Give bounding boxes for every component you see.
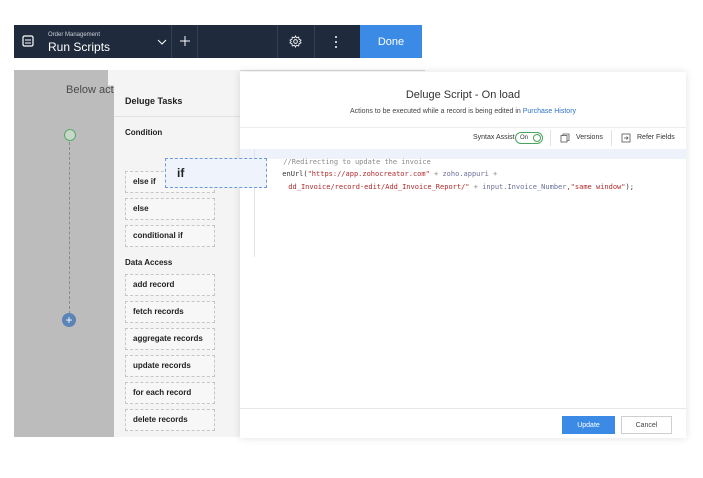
flow-start-node[interactable]	[64, 129, 76, 141]
task-conditional-if[interactable]: conditional if	[125, 225, 215, 247]
workflow-canvas: Below act +	[14, 70, 116, 437]
section-label-condition: Condition	[125, 128, 163, 137]
cancel-button[interactable]: Cancel	[621, 416, 672, 434]
editor-toolbar: Syntax Assist On Versions Refer Fields	[240, 127, 686, 149]
update-button[interactable]: Update	[562, 416, 615, 434]
gear-icon[interactable]	[289, 35, 302, 48]
form-link[interactable]: Purchase History	[523, 108, 576, 115]
flow-connector	[69, 142, 70, 314]
task-else[interactable]: else	[125, 198, 215, 220]
editor-title: Deluge Script - On load	[405, 89, 521, 101]
script-editor-modal: Deluge Script - On load Actions to be ex…	[240, 72, 686, 438]
panel-title: Deluge Tasks	[125, 96, 183, 106]
chevron-down-icon[interactable]	[156, 36, 168, 48]
task-fetch-records[interactable]: fetch records	[125, 301, 215, 323]
app-subtitle: Order Management	[48, 32, 101, 38]
divider	[220, 70, 425, 71]
page-title: Run Scripts	[48, 40, 111, 54]
app-menu-icon[interactable]	[22, 35, 34, 47]
syntax-assist-label: Syntax Assist	[473, 134, 515, 141]
editor-footer	[240, 408, 686, 438]
section-label-data-access: Data Access	[125, 258, 173, 267]
divider	[550, 130, 551, 146]
subtitle-text: Actions to be executed while a record is…	[349, 108, 523, 115]
dragged-task-if[interactable]: if	[165, 158, 267, 188]
task-aggregate-records[interactable]: aggregate records	[125, 328, 215, 350]
toggle-knob	[533, 134, 541, 142]
divider	[314, 25, 315, 58]
task-for-each-record[interactable]: for each record	[125, 382, 215, 404]
divider	[277, 25, 278, 58]
task-add-record[interactable]: add record	[125, 274, 215, 296]
versions-icon[interactable]	[560, 133, 570, 143]
top-bar: Order Management Run Scripts Done	[14, 25, 422, 58]
more-options-icon[interactable]	[334, 34, 338, 50]
divider	[171, 25, 172, 58]
code-line-3: dd_Invoice/record-edit/Add_Invoice_Repor…	[288, 183, 634, 191]
toggle-state: On	[520, 135, 529, 141]
code-editor[interactable]: //Redirecting to update the invoice enUr…	[240, 149, 686, 259]
divider	[611, 130, 612, 146]
deluge-tasks-panel: Deluge Tasks Condition else if else cond…	[114, 70, 240, 437]
task-delete-records[interactable]: delete records	[125, 409, 215, 431]
editor-subtitle: Actions to be executed while a record is…	[240, 108, 686, 115]
add-icon[interactable]	[177, 33, 193, 49]
divider	[114, 116, 240, 117]
task-update-records[interactable]: update records	[125, 355, 215, 377]
add-step-icon[interactable]: +	[62, 313, 76, 327]
refer-fields-button[interactable]: Refer Fields	[637, 134, 675, 141]
canvas-heading: Below act	[66, 84, 114, 96]
versions-button[interactable]: Versions	[576, 134, 603, 141]
syntax-assist-toggle[interactable]: On	[515, 132, 543, 144]
done-button[interactable]: Done	[360, 25, 422, 58]
divider	[197, 25, 198, 58]
refer-fields-icon[interactable]	[621, 133, 631, 143]
